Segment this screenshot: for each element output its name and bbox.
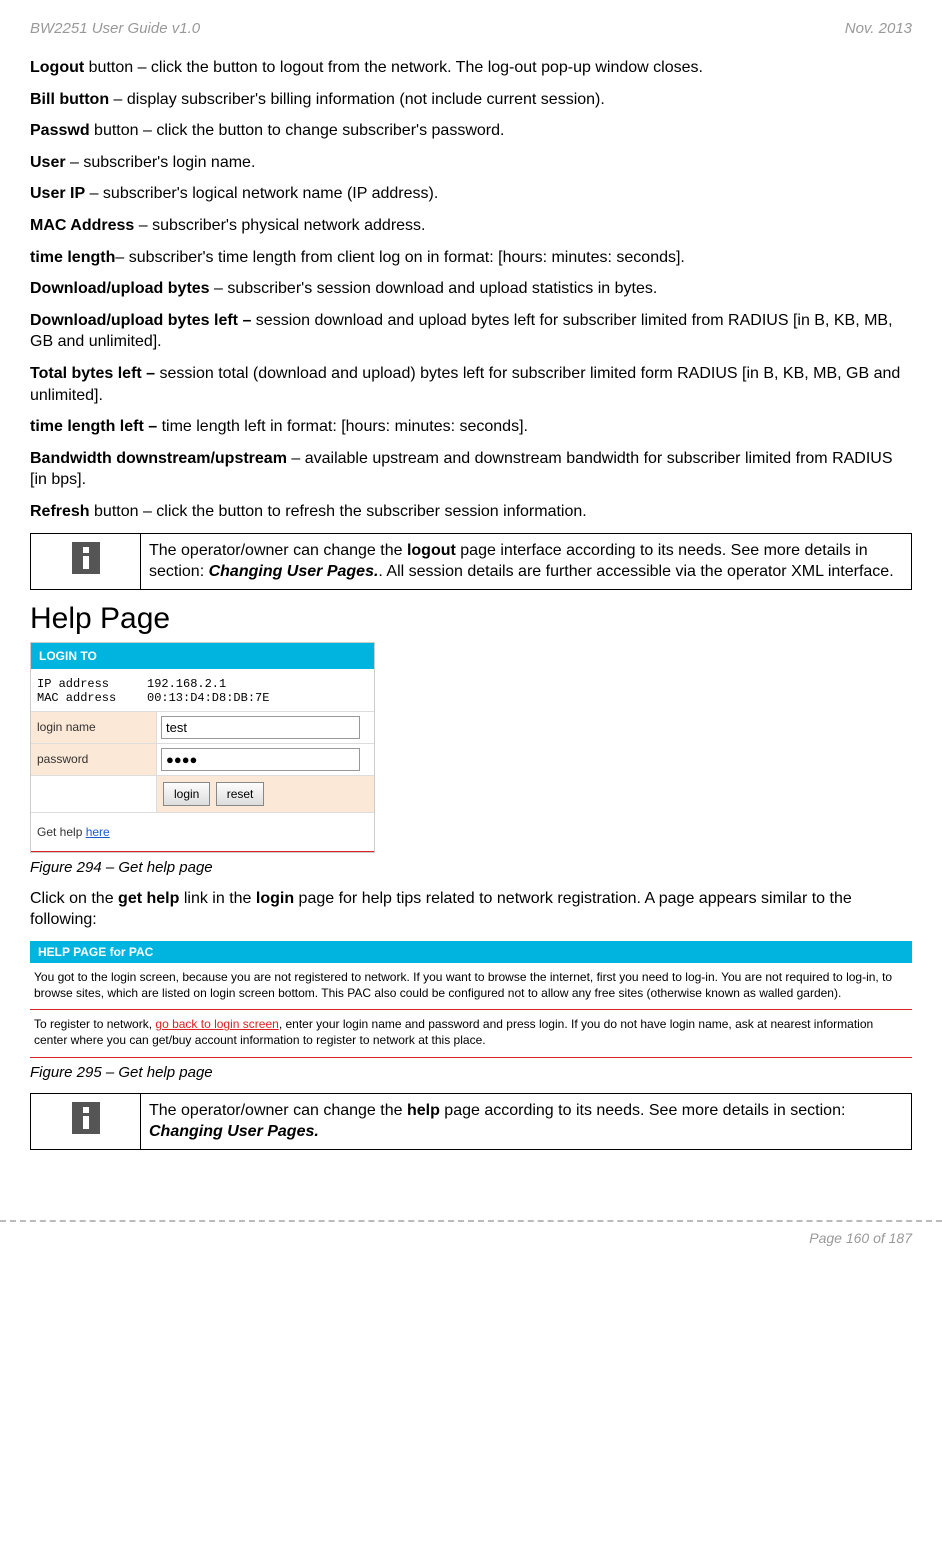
mac-label: MAC address	[37, 691, 147, 705]
info-icon	[72, 542, 100, 574]
help-text-2: To register to network, go back to login…	[30, 1010, 912, 1052]
info-text: The operator/owner can change the logout…	[141, 533, 912, 589]
info-box-help: The operator/owner can change the help p…	[30, 1093, 912, 1150]
def-bill: Bill button – display subscriber's billi…	[30, 89, 912, 111]
def-timelen: time length– subscriber's time length fr…	[30, 247, 912, 269]
login-header: LOGIN TO	[31, 643, 374, 669]
login-name-label: login name	[31, 712, 156, 742]
ip-label: IP address	[37, 677, 147, 691]
login-button[interactable]: login	[163, 782, 210, 806]
def-user: User – subscriber's login name.	[30, 152, 912, 174]
login-name-input[interactable]	[161, 716, 360, 739]
get-help-paragraph: Click on the get help link in the login …	[30, 888, 912, 931]
def-mac: MAC Address – subscriber's physical netw…	[30, 215, 912, 237]
page-footer: Page 160 of 187	[0, 1220, 942, 1266]
go-back-link[interactable]: go back to login screen	[155, 1017, 278, 1031]
info-text: The operator/owner can change the help p…	[141, 1093, 912, 1149]
help-text-1: You got to the login screen, because you…	[30, 963, 912, 1005]
def-timelenleft: time length left – time length left in f…	[30, 416, 912, 438]
help-page-header: HELP PAGE for PAC	[30, 941, 912, 963]
def-totalleft: Total bytes left – session total (downlo…	[30, 363, 912, 406]
header-right: Nov. 2013	[845, 20, 912, 37]
info-box-logout: The operator/owner can change the logout…	[30, 533, 912, 590]
password-input[interactable]	[161, 748, 360, 771]
def-dlul: Download/upload bytes – subscriber's ses…	[30, 278, 912, 300]
help-page-heading: Help Page	[30, 602, 912, 636]
header-left: BW2251 User Guide v1.0	[30, 20, 200, 37]
figure-295-caption: Figure 295 – Get help page	[30, 1064, 912, 1081]
get-help-row: Get help here	[31, 813, 374, 847]
page-header: BW2251 User Guide v1.0 Nov. 2013	[30, 20, 912, 37]
mac-row: MAC address 00:13:D4:D8:DB:7E	[37, 691, 368, 705]
mac-value: 00:13:D4:D8:DB:7E	[147, 691, 269, 705]
help-page-panel: HELP PAGE for PAC You got to the login s…	[30, 941, 912, 1058]
def-userip: User IP – subscriber's logical network n…	[30, 183, 912, 205]
def-refresh: Refresh button – click the button to ref…	[30, 501, 912, 523]
ip-row: IP address 192.168.2.1	[37, 677, 368, 691]
reset-button[interactable]: reset	[216, 782, 265, 806]
ip-value: 192.168.2.1	[147, 677, 226, 691]
get-help-link[interactable]: here	[86, 825, 110, 839]
password-label: password	[31, 744, 156, 774]
def-passwd: Passwd button – click the button to chan…	[30, 120, 912, 142]
login-panel: LOGIN TO IP address 192.168.2.1 MAC addr…	[30, 642, 375, 853]
def-bw: Bandwidth downstream/upstream – availabl…	[30, 448, 912, 491]
def-logout: Logout button – click the button to logo…	[30, 57, 912, 79]
info-icon	[72, 1102, 100, 1134]
figure-294-caption: Figure 294 – Get help page	[30, 859, 912, 876]
def-dlulleft: Download/upload bytes left – session dow…	[30, 310, 912, 353]
